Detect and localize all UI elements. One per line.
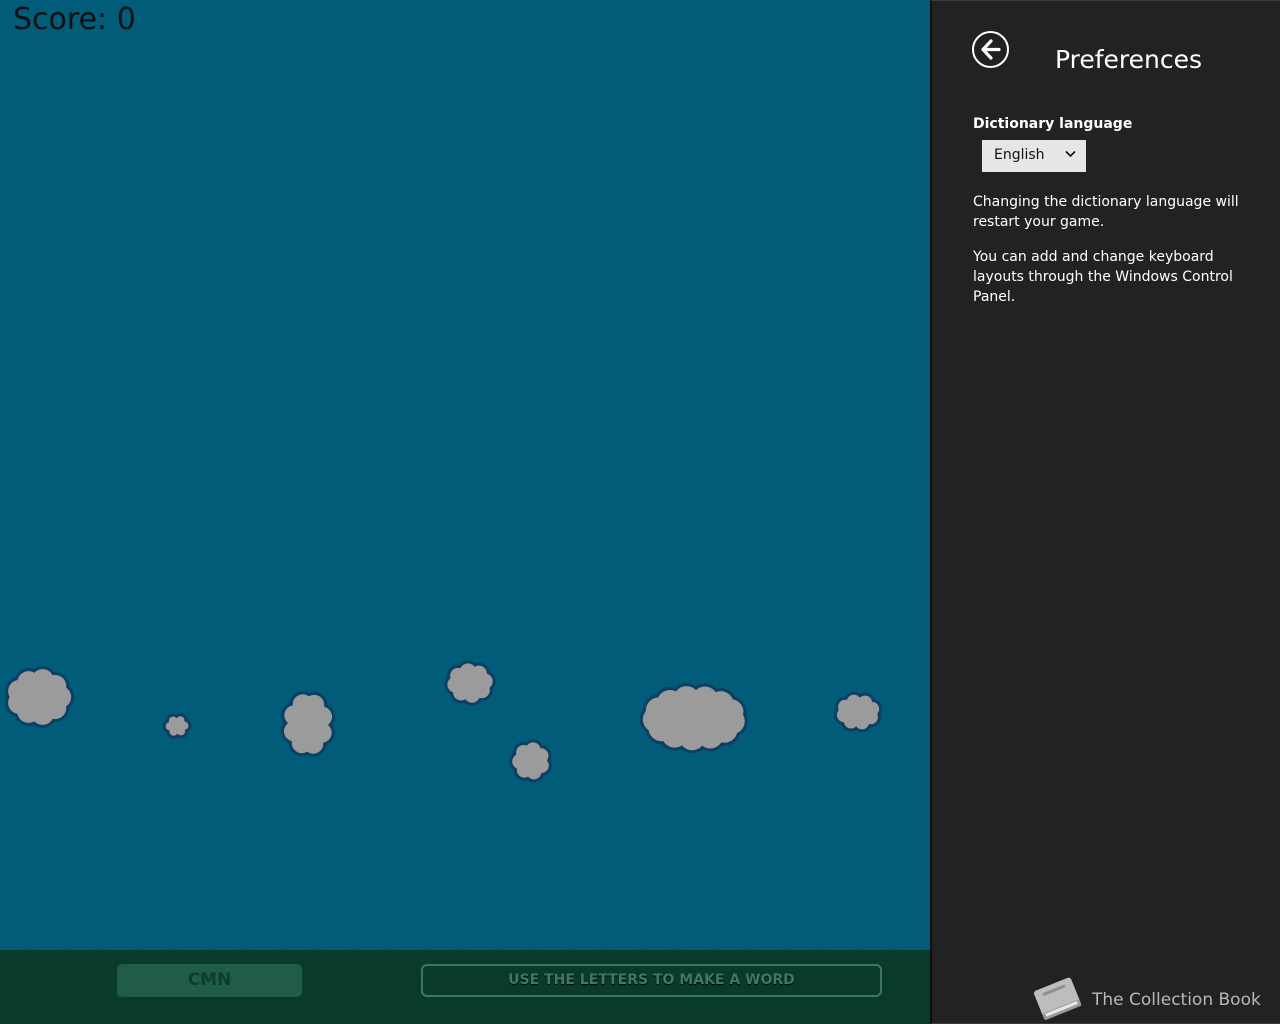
letters-tile[interactable]: CMN bbox=[117, 964, 302, 997]
app-brand: The Collection Book bbox=[1030, 977, 1270, 1023]
back-arrow-icon bbox=[981, 39, 1001, 60]
clouds bbox=[5, 660, 883, 783]
cloud bbox=[509, 739, 552, 783]
cloud bbox=[444, 660, 496, 706]
app-window: Score: 0 CMN USE THE LETTERS TO MAKE A W… bbox=[0, 0, 1280, 1024]
book-icon bbox=[1033, 977, 1082, 1020]
cloud bbox=[280, 691, 336, 757]
cloud bbox=[639, 683, 748, 754]
app-name: The Collection Book bbox=[1092, 990, 1261, 1010]
restart-note: Changing the dictionary language will re… bbox=[973, 194, 1239, 230]
dictionary-language-label: Dictionary language bbox=[973, 116, 1133, 132]
chevron-down-icon bbox=[1065, 150, 1076, 158]
panel-title: Preferences bbox=[1055, 45, 1203, 74]
cloud bbox=[833, 691, 883, 733]
preferences-panel: Preferences Dictionary language English … bbox=[930, 0, 1280, 1024]
word-input-box[interactable]: USE THE LETTERS TO MAKE A WORD bbox=[421, 964, 882, 997]
back-button[interactable] bbox=[972, 31, 1009, 68]
game-area[interactable]: Score: 0 CMN USE THE LETTERS TO MAKE A W… bbox=[0, 0, 930, 1024]
cloud bbox=[162, 713, 192, 739]
keyboard-note: You can add and change keyboard layouts … bbox=[973, 249, 1233, 305]
dictionary-language-select[interactable]: English bbox=[982, 140, 1086, 172]
cloud bbox=[5, 666, 75, 728]
cloud-layer bbox=[5, 660, 883, 783]
dictionary-language-value: English bbox=[994, 147, 1045, 163]
